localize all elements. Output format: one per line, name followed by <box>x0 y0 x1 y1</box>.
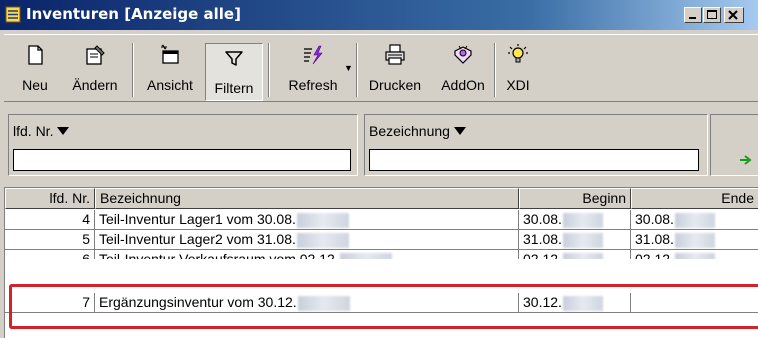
title-bar[interactable]: Inventuren [Anzeige alle] <box>0 0 758 30</box>
table-row[interactable]: 4 Teil-Inventur Lager1 vom 30.08. 30.08.… <box>5 210 758 230</box>
minimize-button[interactable] <box>684 7 702 23</box>
cell-lfd-nr: 4 <box>5 210 95 230</box>
refresh-dropdown-arrow-icon[interactable]: ▼ <box>344 63 353 73</box>
cell-beginn-text: 02.12. <box>523 251 562 259</box>
filter-lfd-nr-label: lfd. Nr. <box>13 123 54 139</box>
minimize-icon <box>689 17 696 19</box>
highlight-annotation <box>9 284 758 329</box>
cell-bezeichnung: Teil-Inventur Verkaufsraum vom 02.12. <box>95 250 519 259</box>
cell-beginn: 30.08. <box>519 210 631 230</box>
filter-group-lfd-nr: lfd. Nr. <box>8 114 358 176</box>
filter-bezeichnung-input[interactable] <box>369 149 699 171</box>
filter-button[interactable]: Filtern <box>205 43 263 101</box>
redacted-year <box>562 232 603 248</box>
list-document-icon <box>5 6 21 23</box>
cell-ende: 31.08. <box>631 230 758 250</box>
maximize-icon <box>707 10 717 19</box>
toolbar-separator <box>494 43 496 97</box>
column-header-beginn[interactable]: Beginn <box>519 188 631 209</box>
column-header-lfd-nr[interactable]: lfd. Nr. <box>5 188 95 209</box>
cell-bezeichnung-text: Teil-Inventur Lager2 vom 31.08. <box>99 231 296 247</box>
toolbar-separator <box>268 43 270 97</box>
cell-ende-text: 31.08. <box>635 231 674 247</box>
sort-down-triangle-icon[interactable] <box>453 127 466 135</box>
maximize-button[interactable] <box>703 7 721 23</box>
refresh-lightning-icon <box>304 45 323 65</box>
filter-group-bezeichnung: Bezeichnung <box>364 114 708 176</box>
new-document-icon <box>28 45 43 65</box>
table-header-row: lfd. Nr. Bezeichnung Beginn Ende <box>5 188 758 209</box>
cell-bezeichnung-text: Teil-Inventur Verkaufsraum vom 02.12. <box>99 251 339 259</box>
sort-down-triangle-icon[interactable] <box>57 127 70 135</box>
view-button[interactable]: Ansicht <box>138 35 202 101</box>
window-title: Inventuren [Anzeige alle] <box>26 5 241 23</box>
cell-ende-text: 02.12. <box>635 251 674 259</box>
table-row[interactable]: 5 Teil-Inventur Lager2 vom 31.08. 31.08.… <box>5 230 758 250</box>
xdi-button[interactable]: XDI <box>498 35 538 101</box>
cell-lfd-nr: 5 <box>5 230 95 250</box>
redacted-year <box>562 252 603 259</box>
redacted-year <box>674 252 715 259</box>
toolbar: Neu Ändern Ansicht Filtern Refresh ▼ Dru… <box>4 34 758 102</box>
filter-bezeichnung-label: Bezeichnung <box>369 123 450 139</box>
toolbar-separator <box>132 43 134 97</box>
refresh-button[interactable]: Refresh ▼ <box>276 35 353 101</box>
close-button[interactable] <box>724 7 744 23</box>
table-row-partially-hidden[interactable]: 6 Teil-Inventur Verkaufsraum vom 02.12. … <box>5 250 758 259</box>
new-label: Neu <box>22 77 48 93</box>
addon-label: AddOn <box>441 77 485 93</box>
new-button[interactable]: Neu <box>10 35 60 101</box>
addon-button[interactable]: AddOn <box>434 35 492 101</box>
cell-bezeichnung: Teil-Inventur Lager1 vom 30.08. <box>95 210 519 230</box>
cell-beginn-text: 30.08. <box>523 211 562 227</box>
view-window-icon <box>161 44 179 64</box>
column-header-ende[interactable]: Ende <box>631 188 758 209</box>
cell-beginn: 31.08. <box>519 230 631 250</box>
filter-label: Filtern <box>214 80 254 96</box>
green-arrow-icon <box>740 155 752 165</box>
cell-beginn: 02.12. <box>519 250 631 259</box>
edit-document-icon <box>86 45 105 65</box>
cell-bezeichnung-text: Teil-Inventur Lager1 vom 30.08. <box>99 211 296 227</box>
filter-panel: lfd. Nr. Bezeichnung <box>4 108 758 180</box>
cell-ende: 02.12. <box>631 250 758 259</box>
printer-icon <box>385 44 405 65</box>
edit-button[interactable]: Ändern <box>62 35 128 101</box>
cell-ende-text: 30.08. <box>635 211 674 227</box>
redacted-year <box>674 212 715 228</box>
redacted-year <box>339 252 392 259</box>
addon-puzzle-icon <box>454 45 472 64</box>
xdi-bulb-icon <box>508 44 528 63</box>
filter-lfd-nr-header[interactable]: lfd. Nr. <box>13 123 70 139</box>
redacted-year <box>296 212 349 228</box>
edit-label: Ändern <box>72 77 118 93</box>
filter-bezeichnung-header[interactable]: Bezeichnung <box>369 123 466 139</box>
column-header-bezeichnung[interactable]: Bezeichnung <box>95 188 519 209</box>
print-button[interactable]: Drucken <box>360 35 430 101</box>
cell-ende: 30.08. <box>631 210 758 230</box>
xdi-label: XDI <box>506 77 530 93</box>
refresh-label: Refresh <box>288 77 338 93</box>
view-label: Ansicht <box>147 77 193 93</box>
apply-filter-button[interactable] <box>710 114 758 176</box>
close-icon <box>728 10 738 20</box>
cell-lfd-nr: 6 <box>5 250 95 259</box>
inventuren-window: Inventuren [Anzeige alle] Neu Ändern Ans… <box>0 0 758 338</box>
cell-beginn-text: 31.08. <box>523 231 562 247</box>
print-label: Drucken <box>368 77 422 93</box>
cell-bezeichnung: Teil-Inventur Lager2 vom 31.08. <box>95 230 519 250</box>
redacted-year <box>296 232 349 248</box>
redacted-year <box>674 232 715 248</box>
filter-lfd-nr-input[interactable] <box>13 149 351 171</box>
redacted-year <box>562 212 603 228</box>
toolbar-separator <box>356 43 358 97</box>
funnel-icon <box>225 51 243 66</box>
